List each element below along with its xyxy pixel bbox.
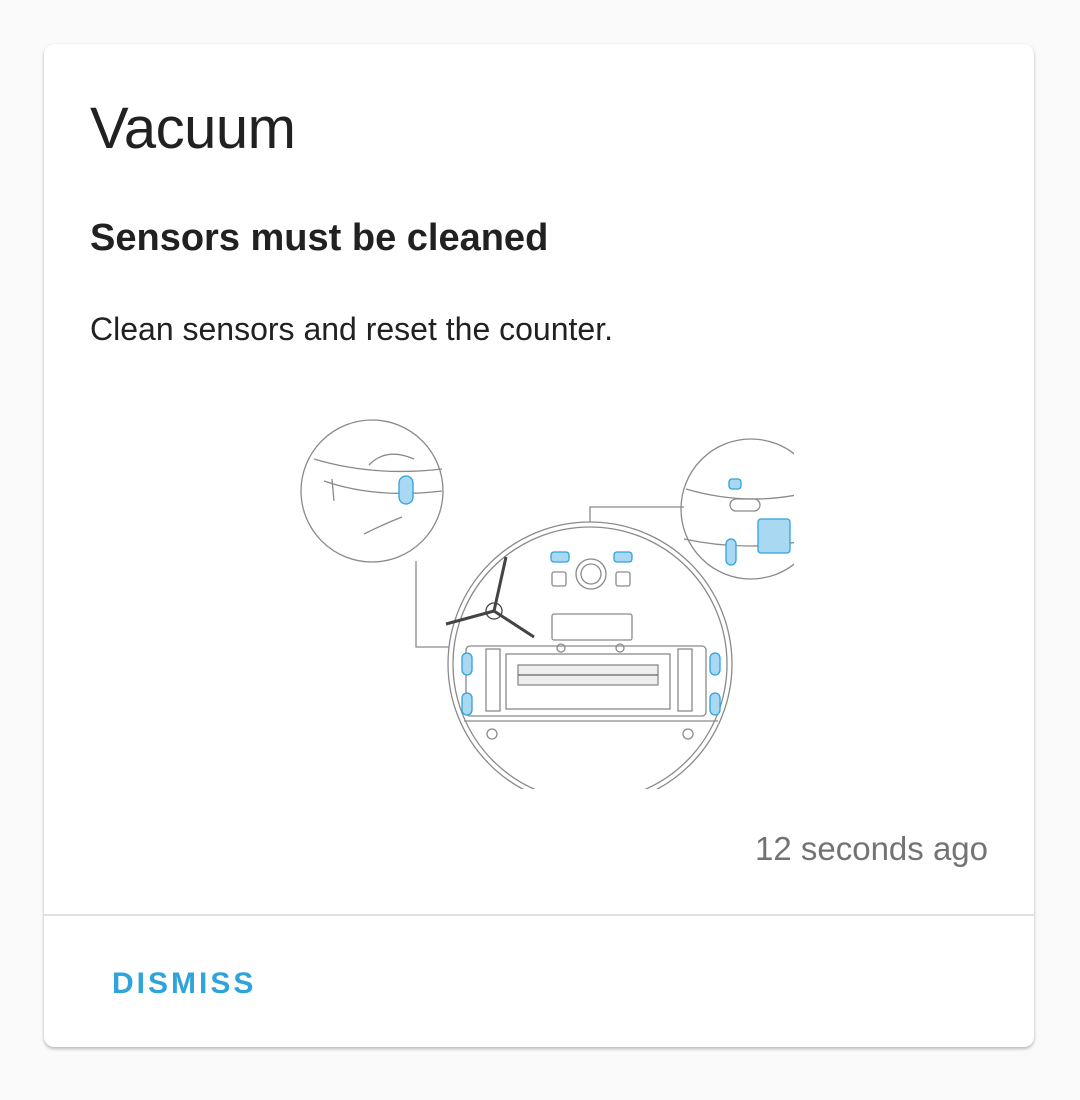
notification-timestamp: 12 seconds ago [754, 830, 988, 867]
notification-card: Vacuum Sensors must be cleaned Clean sen… [44, 44, 1034, 1047]
robot-vacuum-sensors-illustration [300, 419, 794, 789]
robot-vacuum-body-icon [445, 521, 733, 789]
notification-subtitle: Sensors must be cleaned [90, 217, 549, 259]
notification-message: Clean sensors and reset the counter. [90, 311, 613, 347]
left-sensor-detail-icon [300, 419, 444, 563]
card-actions-divider [44, 914, 1034, 916]
right-sensor-detail-icon [680, 438, 794, 580]
dismiss-button[interactable]: DISMISS [96, 956, 272, 1012]
card-title: Vacuum [90, 96, 296, 161]
